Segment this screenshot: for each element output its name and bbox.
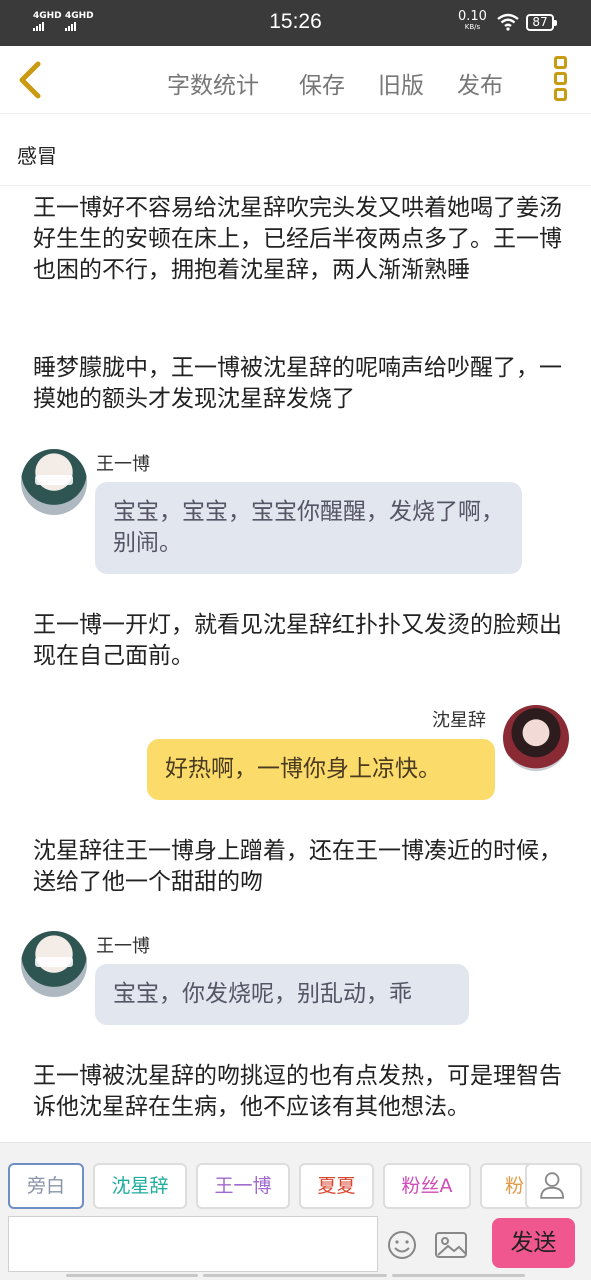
word-count-button[interactable]: 字数统计	[167, 66, 259, 100]
image-icon[interactable]	[434, 1229, 468, 1261]
role-chip-narration[interactable]: 旁白	[8, 1163, 84, 1209]
home-indicator	[203, 1274, 387, 1277]
wifi-icon	[497, 13, 519, 31]
dialogue-bubble[interactable]: 好热啊，一博你身上凉快。	[147, 739, 495, 800]
role-chip-shen-xingci[interactable]: 沈星辞	[93, 1163, 187, 1209]
avatar-shen-xingci[interactable]	[503, 705, 569, 771]
avatar-wang-yibo[interactable]	[21, 449, 87, 515]
narration-paragraph: 睡梦朦胧中，王一博被沈星辞的呢喃声给吵醒了，一摸她的额头才发现沈星辞发烧了	[33, 355, 562, 412]
dialogue-bubble[interactable]: 宝宝，你发烧呢，别乱动，乖	[95, 964, 469, 1025]
role-chip-xiaxia[interactable]: 夏夏	[299, 1163, 374, 1209]
narration-paragraph: 王一博被沈星辞的吻挑逗的也有点发热，可是理智告诉他沈星辞在生病，他不应该有其他想…	[33, 1063, 562, 1120]
back-chevron-icon[interactable]	[12, 58, 52, 102]
avatar-wang-yibo[interactable]	[21, 931, 87, 997]
narration-paragraph: 王一博好不容易给沈星辞吹完头发又哄着她喝了姜汤好生生的安顿在床上，已经后半夜两点…	[33, 195, 562, 283]
speaker-name: 王一博	[96, 454, 150, 475]
story-content[interactable]: 王一博好不容易给沈星辞吹完头发又哄着她喝了姜汤好生生的安顿在床上，已经后半夜两点…	[0, 186, 591, 1142]
home-indicator	[66, 1274, 198, 1277]
speed-unit: KB/s	[464, 23, 481, 31]
battery-indicator: 87	[526, 14, 557, 31]
role-chip-fan-a[interactable]: 粉丝A	[383, 1163, 471, 1209]
home-indicator	[392, 1274, 525, 1277]
speaker-name: 王一博	[96, 936, 150, 957]
send-button[interactable]: 发送	[492, 1218, 575, 1268]
speaker-name: 沈星辞	[432, 710, 486, 731]
old-version-button[interactable]: 旧版	[378, 66, 424, 100]
network-speed: 0.10 KB/s	[458, 10, 487, 31]
publish-button[interactable]: 发布	[457, 66, 503, 100]
narration-paragraph: 沈星辞往王一博身上蹭着，还在王一博凑近的时候，送给了他一个甜甜的吻	[33, 838, 562, 895]
top-nav: 字数统计 保存 旧版 发布	[0, 46, 591, 114]
composer-bar: 旁白 沈星辞 王一博 夏夏 粉丝A 粉丝 发送	[0, 1142, 591, 1280]
dialogue-bubble[interactable]: 宝宝，宝宝，宝宝你醒醒，发烧了啊，别闹。	[95, 482, 522, 574]
speed-value: 0.10	[458, 9, 487, 24]
more-vertical-icon[interactable]	[548, 56, 572, 104]
message-input[interactable]	[8, 1216, 378, 1272]
role-selector[interactable]: 旁白 沈星辞 王一博 夏夏 粉丝A 粉丝	[0, 1163, 591, 1211]
document-title[interactable]: 感冒	[17, 140, 57, 169]
user-icon[interactable]	[525, 1163, 582, 1209]
role-chip-wang-yibo[interactable]: 王一博	[196, 1163, 290, 1209]
save-button[interactable]: 保存	[299, 66, 345, 100]
status-bar: 4GHD 4GHD 15:26 0.10 KB/s 87	[0, 0, 591, 46]
narration-paragraph: 王一博一开灯，就看见沈星辞红扑扑又发烫的脸颊出现在自己面前。	[33, 612, 562, 669]
emoji-icon[interactable]	[385, 1229, 419, 1261]
